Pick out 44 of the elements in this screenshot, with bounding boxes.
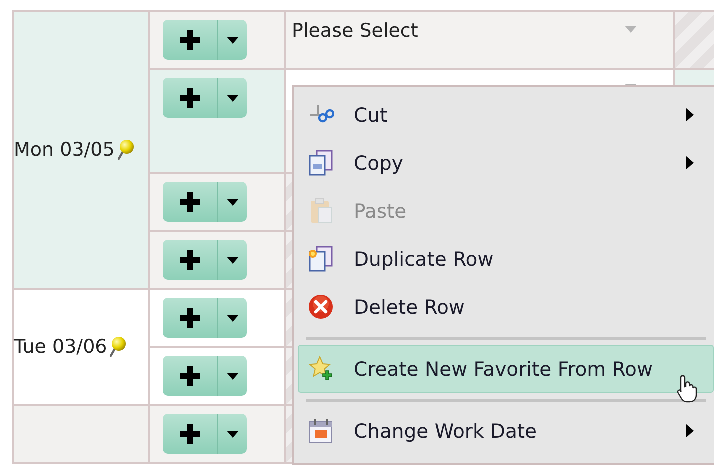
star-plus-icon xyxy=(308,355,334,383)
dropdown-button[interactable] xyxy=(218,20,247,60)
menu-item[interactable]: Copy xyxy=(298,139,714,187)
caret-icon xyxy=(226,94,238,102)
add-button[interactable] xyxy=(163,240,218,280)
menu-item[interactable]: Delete Row xyxy=(298,283,714,331)
date-label: Mon 03/05 xyxy=(14,139,115,161)
dropdown-button[interactable] xyxy=(218,182,247,222)
menu-item[interactable]: Cut xyxy=(298,91,714,139)
menu-item[interactable]: Create New Favorite From Row xyxy=(298,345,714,393)
hand-cursor-icon xyxy=(676,374,700,404)
calendar-icon xyxy=(308,417,334,445)
dropdown-button[interactable] xyxy=(218,414,247,454)
caret-icon xyxy=(226,314,238,322)
date-label: Tue 03/06 xyxy=(14,336,108,358)
add-button[interactable] xyxy=(163,414,218,454)
plus-icon xyxy=(179,249,201,271)
plus-icon xyxy=(179,87,201,109)
menu-item[interactable]: Duplicate Row xyxy=(298,235,714,283)
caret-icon xyxy=(226,36,238,44)
plus-icon xyxy=(179,29,201,51)
dropdown-arrow-icon xyxy=(625,26,637,33)
clipboard-icon xyxy=(308,197,334,225)
plus-icon xyxy=(179,423,201,445)
menu-item[interactable]: Change Work Date xyxy=(298,407,714,455)
dropdown-button[interactable] xyxy=(218,240,247,280)
add-button[interactable] xyxy=(163,78,218,118)
plus-icon xyxy=(179,365,201,387)
add-button[interactable] xyxy=(163,182,218,222)
dropdown-button[interactable] xyxy=(218,298,247,338)
plus-icon xyxy=(179,191,201,213)
delete-icon xyxy=(308,293,334,321)
pages-icon xyxy=(308,245,334,273)
add-button[interactable] xyxy=(163,20,218,60)
plus-icon xyxy=(179,307,201,329)
caret-icon xyxy=(226,198,238,206)
add-button[interactable] xyxy=(163,298,218,338)
caret-icon xyxy=(226,430,238,438)
pages-icon xyxy=(308,149,334,177)
dropdown-button[interactable] xyxy=(218,78,247,118)
dropdown-button[interactable] xyxy=(218,356,247,396)
add-button[interactable] xyxy=(163,356,218,396)
caret-icon xyxy=(226,256,238,264)
caret-icon xyxy=(226,372,238,380)
